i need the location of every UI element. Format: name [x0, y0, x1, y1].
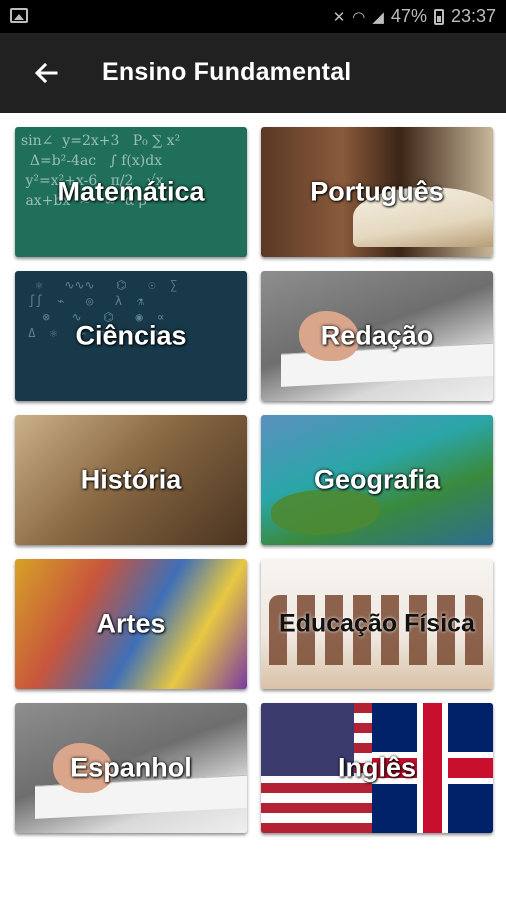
- page-title: Ensino Fundamental: [102, 58, 352, 86]
- gallery-icon: [10, 8, 28, 23]
- subject-label: Ciências: [75, 320, 187, 351]
- signal-icon: ◢: [372, 8, 384, 26]
- subject-label: História: [80, 464, 182, 495]
- subject-card-educacao-fisica[interactable]: Educação Física: [261, 559, 493, 689]
- subject-label: Inglês: [337, 752, 417, 783]
- subject-card-historia[interactable]: História: [15, 415, 247, 545]
- arrow-back-icon[interactable]: [30, 57, 62, 89]
- subject-label: Redação: [320, 320, 434, 351]
- subject-label: Geografia: [313, 464, 441, 495]
- subject-card-redacao[interactable]: Redação: [261, 271, 493, 401]
- status-bar: ✕ ◠ ◢ 47% 23:37: [0, 0, 506, 33]
- subject-card-ciencias[interactable]: ⚛ ∿∿∿ ⌬ ☉ ∑ ∫∫ ⌁ ◎ λ ⚗ ⊗ ∿ ⌬ ◉ ∝ Δ ⚛ ⌁ ∞…: [15, 271, 247, 401]
- battery-icon: [433, 8, 444, 25]
- wifi-icon: ◠: [352, 8, 366, 26]
- subject-label: Educação Física: [279, 609, 475, 638]
- subject-label: Matemática: [57, 176, 205, 207]
- subject-label: Espanhol: [70, 752, 192, 783]
- status-right: ✕ ◠ ◢ 47% 23:37: [333, 6, 496, 27]
- earth-land-image: [271, 490, 381, 535]
- subject-card-geografia[interactable]: Geografia: [261, 415, 493, 545]
- subject-card-artes[interactable]: Artes: [15, 559, 247, 689]
- subject-card-espanhol[interactable]: Espanhol: [15, 703, 247, 833]
- battery-percent: 47%: [390, 6, 427, 26]
- app-bar: Ensino Fundamental: [0, 33, 506, 113]
- clock: 23:37: [450, 6, 496, 26]
- subject-label: Português: [310, 176, 444, 207]
- subject-card-portugues[interactable]: Português: [261, 127, 493, 257]
- subject-card-ingles[interactable]: Inglês: [261, 703, 493, 833]
- mute-icon: ✕: [332, 8, 346, 26]
- subject-card-matematica[interactable]: sin∠ y=2x+3 P₀ ∑ x² Δ=b²-4ac ∫ f(x)dx y²…: [15, 127, 247, 257]
- subject-label: Artes: [96, 608, 166, 639]
